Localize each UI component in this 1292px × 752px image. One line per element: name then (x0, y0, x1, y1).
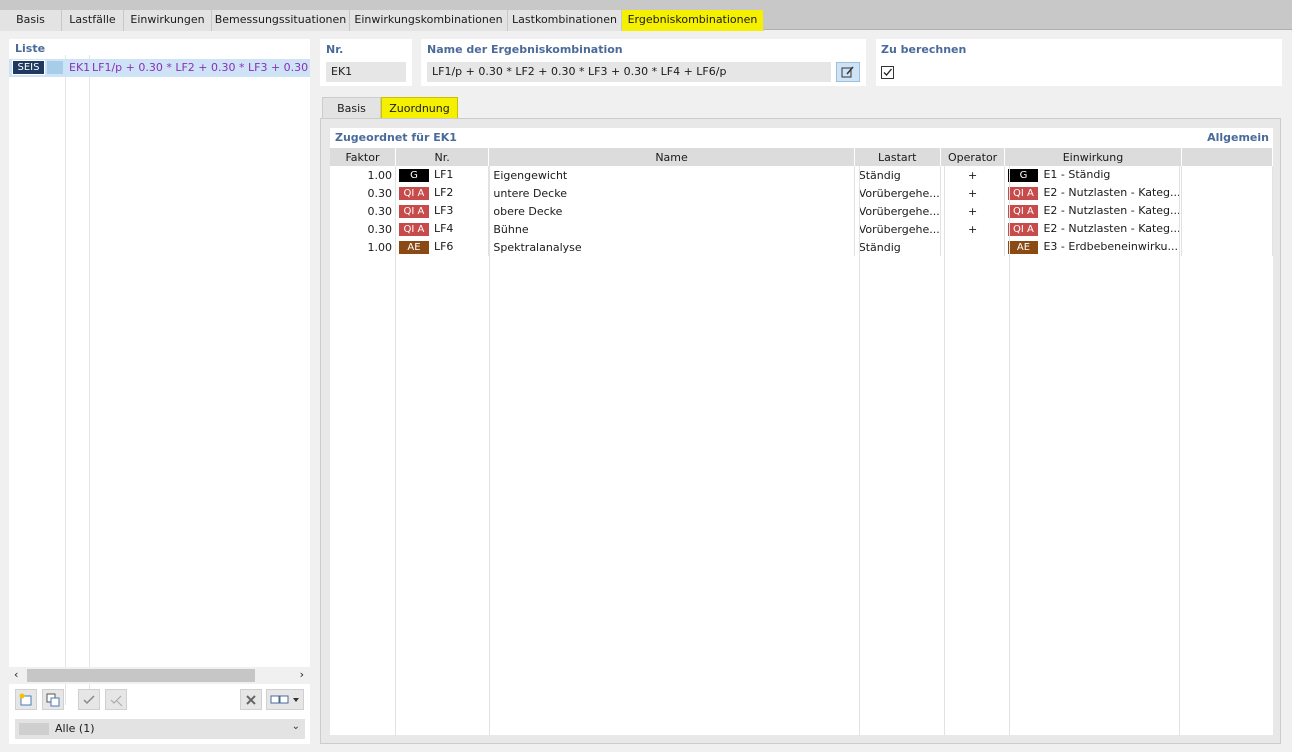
tab-lastfaelle[interactable]: Lastfälle (62, 10, 124, 31)
copy-item-button[interactable] (42, 689, 64, 710)
main-tab-bar: Basis Lastfälle Einwirkungen Bemessungss… (0, 0, 1292, 31)
name-label: Name der Ergebniskombination (427, 43, 623, 56)
check-all-button[interactable] (78, 689, 100, 710)
general-link[interactable]: Allgemein (1207, 131, 1269, 144)
subtab-zuordnung[interactable]: Zuordnung (381, 97, 458, 119)
list-area: SEIS EK1 LF1/p + 0.30 * LF2 + 0.30 * LF3… (9, 55, 310, 705)
col-header-faktor[interactable]: Faktor (330, 148, 396, 166)
filter-swatch (19, 723, 49, 735)
color-swatch (47, 61, 63, 74)
check-all-icon (83, 694, 95, 704)
col-header-name[interactable]: Name (488, 148, 855, 166)
delete-icon (246, 694, 256, 705)
list-panel: Liste SEIS EK1 LF1/p + 0.30 * LF2 + 0.30… (9, 39, 310, 744)
col-header-operator[interactable]: Operator (940, 148, 1006, 166)
name-box: Name der Ergebniskombination LF1/p + 0.3… (421, 39, 866, 86)
checkmark-icon (883, 68, 892, 76)
scroll-left-icon[interactable]: ‹ (14, 668, 18, 681)
col-header-lastart[interactable]: Lastart (854, 148, 941, 166)
tab-basis[interactable]: Basis (0, 10, 62, 31)
view-options-button[interactable] (266, 689, 304, 710)
scroll-right-icon[interactable]: › (300, 668, 304, 681)
filter-label: Alle (1) (55, 722, 95, 735)
list-title: Liste (15, 42, 46, 55)
compute-label: Zu berechnen (881, 43, 967, 56)
compute-box: Zu berechnen (876, 39, 1282, 86)
filter-dropdown[interactable]: Alle (1) ⌄ (15, 719, 305, 739)
uncheck-button[interactable] (105, 689, 127, 710)
subtab-basis[interactable]: Basis (322, 97, 381, 119)
col-header-nr[interactable]: Nr. (395, 148, 490, 166)
scrollbar-thumb[interactable] (27, 669, 255, 682)
name-field[interactable]: LF1/p + 0.30 * LF2 + 0.30 * LF3 + 0.30 *… (427, 62, 831, 82)
nr-label: Nr. (326, 43, 344, 56)
tab-bemessungssituationen[interactable]: Bemessungssituationen (212, 10, 350, 31)
edit-icon (841, 66, 854, 78)
edit-name-button[interactable] (836, 62, 860, 82)
horizontal-scrollbar[interactable]: ‹ › (9, 667, 310, 684)
delete-button[interactable] (240, 689, 262, 710)
copy-icon (46, 693, 60, 706)
assigned-grid: Zugeordnet für EK1 Allgemein Faktor Nr. … (330, 128, 1274, 735)
new-item-button[interactable] (15, 689, 37, 710)
tab-ergebniskombinationen[interactable]: Ergebniskombinationen (622, 10, 764, 31)
uncheck-icon (110, 695, 123, 706)
nr-box: Nr. EK1 (320, 39, 412, 86)
nr-field[interactable]: EK1 (326, 62, 406, 82)
compute-checkbox[interactable] (881, 66, 894, 79)
col-header-empty (1181, 148, 1274, 166)
tab-einwirkungen[interactable]: Einwirkungen (124, 10, 212, 31)
zuordnung-panel: Zugeordnet für EK1 Allgemein Faktor Nr. … (320, 118, 1281, 744)
view-options-icon (270, 695, 299, 703)
list-item[interactable]: SEIS EK1 LF1/p + 0.30 * LF2 + 0.30 * LF3… (9, 59, 310, 77)
chevron-down-icon: ⌄ (291, 721, 300, 732)
new-icon (19, 693, 32, 705)
assigned-title: Zugeordnet für EK1 (335, 131, 457, 144)
list-item-id: EK1 (69, 61, 91, 74)
seis-badge: SEIS (12, 60, 45, 75)
list-toolbar (9, 687, 310, 713)
tab-einwirkungskombinationen[interactable]: Einwirkungskombinationen (350, 10, 508, 31)
tab-lastkombinationen[interactable]: Lastkombinationen (508, 10, 622, 31)
col-header-einwirkung[interactable]: Einwirkung (1004, 148, 1182, 166)
list-item-formula: LF1/p + 0.30 * LF2 + 0.30 * LF3 + 0.30 *… (92, 61, 310, 74)
